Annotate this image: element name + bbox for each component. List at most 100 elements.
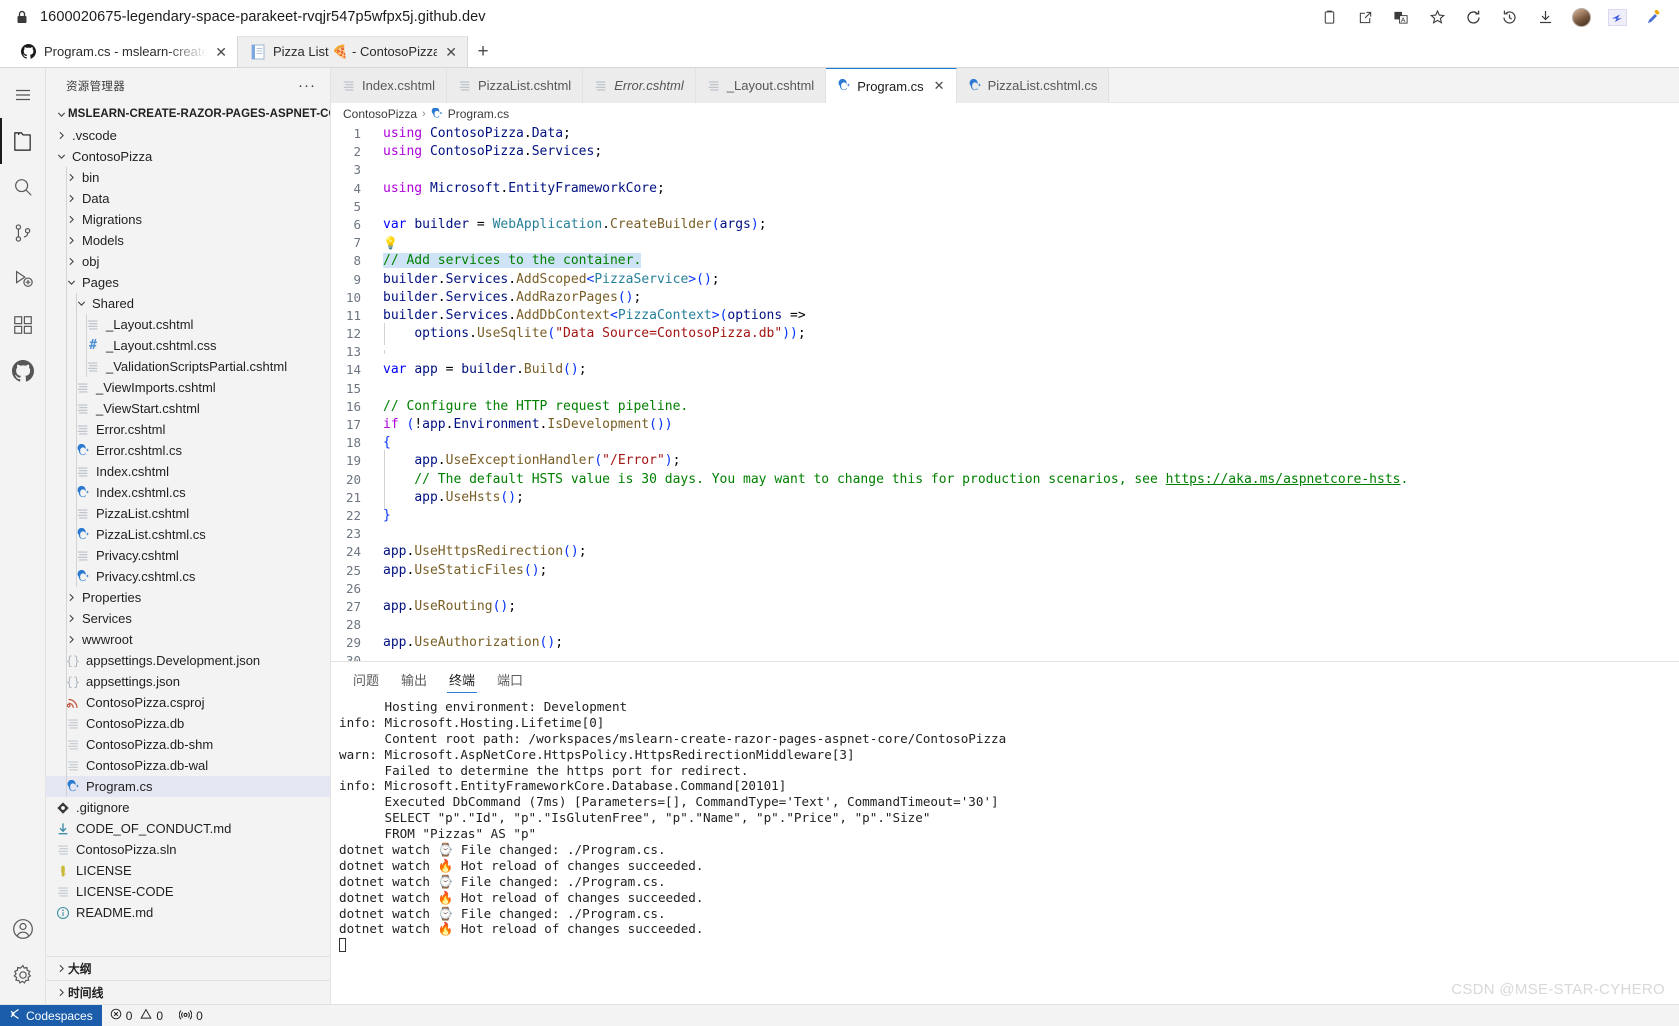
tree-item-program-cs[interactable]: Program.cs (46, 776, 330, 797)
tree-item-privacy-cshtml[interactable]: Privacy.cshtml (46, 545, 330, 566)
tree-item-appsettings-development-json[interactable]: {} appsettings.Development.json (46, 650, 330, 671)
tree-item-pizzalist-cshtml-cs[interactable]: PizzaList.cshtml.cs (46, 524, 330, 545)
history-icon[interactable] (1499, 7, 1519, 27)
terminal-output[interactable]: Hosting environment: Development info: Mi… (331, 697, 1679, 1004)
extensions-icon[interactable] (0, 302, 46, 348)
explorer-icon[interactable] (0, 118, 46, 164)
tree-item-contosopizza-db[interactable]: ContosoPizza.db (46, 713, 330, 734)
tree-item-license-code[interactable]: LICENSE-CODE (46, 881, 330, 902)
code-line[interactable]: 7 💡 (331, 234, 1679, 252)
editor-tab-index-cshtml[interactable]: Index.cshtml (331, 68, 447, 103)
code-line[interactable]: 10 builder.Services.AddRazorPages(); (331, 289, 1679, 307)
tree-item-bin[interactable]: bin (46, 167, 330, 188)
breadcrumb-item-folder[interactable]: ContosoPizza (343, 107, 417, 121)
editor-tab-error-cshtml[interactable]: Error.cshtml (583, 68, 696, 103)
tree-item-error-cshtml[interactable]: Error.cshtml (46, 419, 330, 440)
tree-item-obj[interactable]: obj (46, 251, 330, 272)
browser-tab-pizza-list[interactable]: Pizza List 🍕 - ContosoPizza ✕ (238, 36, 468, 67)
tree-item-layout-cshtml[interactable]: _Layout.cshtml (46, 314, 330, 335)
code-line[interactable]: 16 // Configure the HTTP request pipeline… (331, 398, 1679, 416)
code-line[interactable]: 13 (331, 343, 1679, 361)
download-icon[interactable] (1535, 7, 1555, 27)
code-line[interactable]: 27 app.UseRouting(); (331, 598, 1679, 616)
browser-tab-program-cs[interactable]: Program.cs - mslearn-create-ra ✕ (8, 36, 238, 67)
editor-tab-pizzalist-cshtml[interactable]: PizzaList.cshtml (446, 68, 584, 103)
tree-item-error-cshtml-cs[interactable]: Error.cshtml.cs (46, 440, 330, 461)
panel-tab-0[interactable]: 问题 (345, 662, 387, 697)
copy-icon[interactable] (1319, 7, 1339, 27)
accounts-icon[interactable] (0, 906, 46, 952)
tree-item-contosopizza-db-wal[interactable]: ContosoPizza.db-wal (46, 755, 330, 776)
tree-item-contosopizza[interactable]: ContosoPizza (46, 146, 330, 167)
eyedropper-icon[interactable] (1643, 7, 1663, 27)
tree-item-readme-md[interactable]: README.md (46, 902, 330, 923)
tree-root-folder[interactable]: MSLEARN-CREATE-RAZOR-PAGES-ASPNET-CO... (46, 103, 330, 125)
tree-item-migrations[interactable]: Migrations (46, 209, 330, 230)
run-debug-icon[interactable] (0, 256, 46, 302)
menu-hamburger-icon[interactable] (0, 72, 46, 118)
tree-item-viewstart-cshtml[interactable]: _ViewStart.cshtml (46, 398, 330, 419)
tree-item-validationscriptspartial-cshtml[interactable]: _ValidationScriptsPartial.cshtml (46, 356, 330, 377)
code-line[interactable]: 21 app.UseHsts(); (331, 486, 1679, 509)
new-tab-button[interactable]: + (468, 36, 498, 67)
code-line[interactable]: 19 app.UseExceptionHandler("/Error"); (331, 450, 1679, 473)
tree-item-pages[interactable]: Pages (46, 272, 330, 293)
code-line[interactable]: 12 options.UseSqlite("Data Source=Contos… (331, 323, 1679, 346)
tree-item-pizzalist-cshtml[interactable]: PizzaList.cshtml (46, 503, 330, 524)
code-line[interactable]: 5 (331, 198, 1679, 216)
tree-item-vscode[interactable]: .vscode (46, 125, 330, 146)
open-external-icon[interactable] (1355, 7, 1375, 27)
extension-bird-icon[interactable] (1607, 7, 1627, 27)
code-token[interactable]: https://aka.ms/aspnetcore-hsts (1166, 472, 1401, 487)
source-control-icon[interactable] (0, 210, 46, 256)
code-line[interactable]: 6 var builder = WebApplication.CreateBuil… (331, 216, 1679, 234)
tree-item-models[interactable]: Models (46, 230, 330, 251)
file-tree[interactable]: MSLEARN-CREATE-RAZOR-PAGES-ASPNET-CO... … (46, 103, 330, 956)
status-problems[interactable]: 0 0 (102, 1005, 171, 1026)
tree-item-gitignore[interactable]: .gitignore (46, 797, 330, 818)
editor-tab-program-cs[interactable]: Program.cs ✕ (826, 68, 957, 103)
panel-tab-1[interactable]: 输出 (393, 662, 435, 697)
editor-tab-pizzalist-cshtml-cs[interactable]: PizzaList.cshtml.cs (956, 68, 1110, 103)
code-line[interactable]: 1 using ContosoPizza.Data; (331, 125, 1679, 143)
timeline-section[interactable]: 时间线 (46, 980, 330, 1004)
favorite-star-icon[interactable] (1427, 7, 1447, 27)
tree-item-index-cshtml-cs[interactable]: Index.cshtml.cs (46, 482, 330, 503)
panel-tab-2[interactable]: 终端 (441, 662, 483, 697)
code-line[interactable]: 15 (331, 380, 1679, 398)
tree-item-layout-cshtml-css[interactable]: # _Layout.cshtml.css (46, 335, 330, 356)
code-line[interactable]: 22} (331, 507, 1679, 525)
close-icon[interactable]: ✕ (934, 78, 945, 94)
close-icon[interactable]: ✕ (445, 45, 457, 59)
code-line[interactable]: 26 (331, 580, 1679, 598)
tree-item-contosopizza-sln[interactable]: ContosoPizza.sln (46, 839, 330, 860)
status-ports[interactable]: 0 (171, 1005, 211, 1026)
code-line[interactable]: 23 (331, 525, 1679, 543)
tree-item-wwwroot[interactable]: wwwroot (46, 629, 330, 650)
code-line[interactable]: 9 builder.Services.AddScoped<PizzaService… (331, 271, 1679, 289)
code-editor[interactable]: 1 using ContosoPizza.Data; 2 using ContosoP… (331, 125, 1679, 661)
tree-item-privacy-cshtml-cs[interactable]: Privacy.cshtml.cs (46, 566, 330, 587)
tree-item-index-cshtml[interactable]: Index.cshtml (46, 461, 330, 482)
tree-item-services[interactable]: Services (46, 608, 330, 629)
tree-item-shared[interactable]: Shared (46, 293, 330, 314)
code-line[interactable]: 18 { (331, 434, 1679, 452)
editor-tab--layout-cshtml[interactable]: _Layout.cshtml (695, 68, 827, 103)
tree-item-license[interactable]: LICENSE (46, 860, 330, 881)
outline-section[interactable]: 大纲 (46, 956, 330, 980)
reload-icon[interactable] (1463, 7, 1483, 27)
tree-item-data[interactable]: Data (46, 188, 330, 209)
tree-item-properties[interactable]: Properties (46, 587, 330, 608)
settings-gear-icon[interactable] (0, 952, 46, 998)
tree-item-code-of-conduct-md[interactable]: CODE_OF_CONDUCT.md (46, 818, 330, 839)
breadcrumb-item-file[interactable]: Program.cs (448, 107, 509, 121)
code-line[interactable]: 8 // Add services to the container. (331, 252, 1679, 270)
tree-item-appsettings-json[interactable]: {} appsettings.json (46, 671, 330, 692)
code-line[interactable]: 3 (331, 161, 1679, 179)
code-line[interactable]: 11 builder.Services.AddDbContext<PizzaCon… (331, 307, 1679, 325)
code-line[interactable]: 29 app.UseAuthorization(); (331, 634, 1679, 652)
tree-item-viewimports-cshtml[interactable]: _ViewImports.cshtml (46, 377, 330, 398)
breadcrumb[interactable]: ContosoPizza › Program.cs (331, 103, 1679, 125)
code-line[interactable]: 24 app.UseHttpsRedirection(); (331, 543, 1679, 561)
tree-item-contosopizza-csproj[interactable]: ContosoPizza.csproj (46, 692, 330, 713)
